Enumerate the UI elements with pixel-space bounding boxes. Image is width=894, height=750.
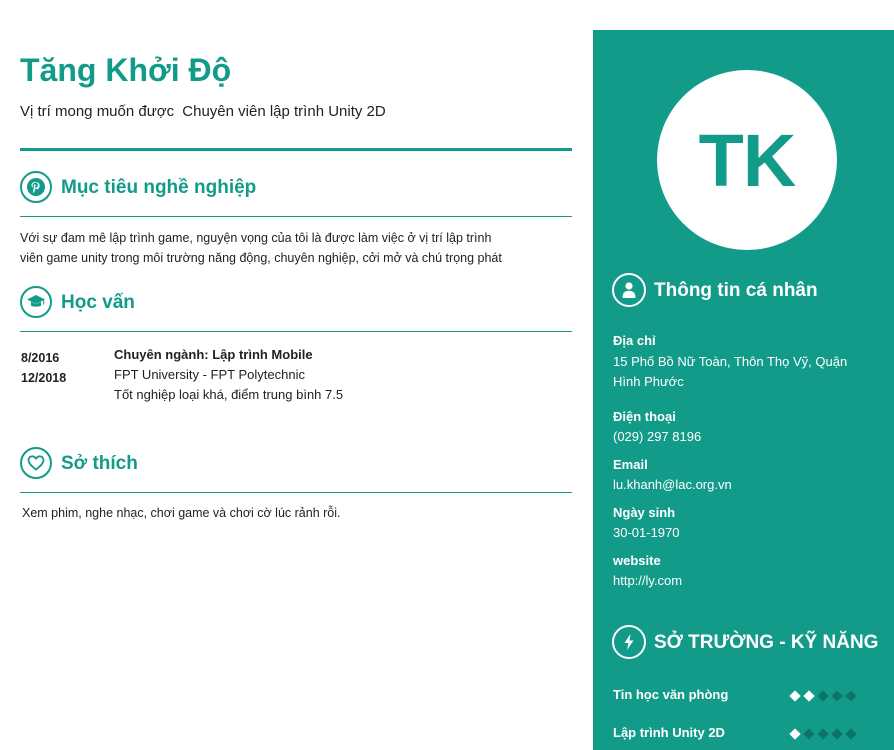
personal-info-header: Thông tin cá nhân [612, 273, 892, 309]
skill-rating-1 [789, 728, 857, 740]
pinterest-icon [20, 171, 52, 203]
skill-level-diamond [789, 728, 801, 740]
candidate-name: Tăng Khởi Độ [20, 52, 232, 88]
phone-value: (029) 297 8196 [613, 429, 702, 444]
avatar: TK [657, 70, 837, 250]
objective-title: Mục tiêu nghề nghiệp [61, 177, 257, 198]
objective-text: Với sự đam mê lập trình game, nguyện vọn… [20, 228, 572, 268]
website-label: website [613, 553, 661, 568]
skills-title: SỞ TRƯỜNG - KỸ NĂNG [654, 632, 879, 653]
skill-name-0: Tin học văn phòng [613, 687, 729, 702]
heart-icon [20, 447, 52, 479]
education-end-date: 12/2018 [21, 371, 67, 385]
user-icon [612, 273, 646, 307]
hobbies-divider [20, 492, 572, 493]
skill-level-diamond [789, 690, 801, 702]
skill-rating-0 [789, 690, 857, 702]
birthday-value: 30-01-1970 [613, 525, 680, 540]
education-entry: Chuyên ngành: Lập trình Mobile FPT Unive… [114, 345, 343, 405]
objective-line-2: viên game unity trong môi trường năng độ… [20, 251, 502, 265]
email-value: lu.khanh@lac.org.vn [613, 477, 732, 492]
skill-level-diamond [831, 728, 843, 740]
header-divider [20, 148, 572, 151]
hobbies-section-header: Sở thích [20, 447, 572, 483]
website-value: http://ly.com [613, 573, 683, 588]
address-line-1: 15 Phố Bồ Nữ Toàn, Thôn Thọ Vỹ, Quận [613, 354, 848, 369]
position-label: Vị trí mong muốn được [20, 103, 175, 120]
address-value: 15 Phố Bồ Nữ Toàn, Thôn Thọ Vỹ, Quận Hìn… [613, 352, 873, 392]
personal-info-title: Thông tin cá nhân [654, 280, 818, 301]
skill-name-1: Lập trình Unity 2D [613, 725, 725, 740]
birthday-label: Ngày sinh [613, 505, 676, 520]
education-divider [20, 331, 572, 332]
skill-level-diamond [817, 690, 829, 702]
education-major: Chuyên ngành: Lập trình Mobile [114, 347, 313, 362]
lightning-icon [612, 625, 646, 659]
skills-header: SỞ TRƯỜNG - KỸ NĂNG [612, 625, 892, 661]
hobbies-text: Xem phim, nghe nhạc, chơi game và chơi c… [22, 506, 341, 520]
skill-level-diamond [831, 690, 843, 702]
sidebar: TK Thông tin cá nhân Địa chỉ 15 Phố Bồ N… [593, 30, 894, 750]
graduation-cap-icon [20, 286, 52, 318]
objective-line-1: Với sự đam mê lập trình game, nguyện vọn… [20, 231, 492, 245]
skill-level-diamond [845, 728, 857, 740]
hobbies-title: Sở thích [61, 453, 138, 474]
education-school: FPT University - FPT Polytechnic [114, 367, 305, 382]
skill-level-diamond [817, 728, 829, 740]
skill-level-diamond [803, 728, 815, 740]
skill-level-diamond [803, 690, 815, 702]
education-title: Học vấn [61, 292, 135, 313]
position-value: Chuyên viên lập trình Unity 2D [182, 103, 386, 120]
skill-level-diamond [845, 690, 857, 702]
education-section-header: Học vấn [20, 286, 572, 322]
objective-section-header: Mục tiêu nghề nghiệp [20, 171, 572, 207]
email-label: Email [613, 457, 648, 472]
objective-divider [20, 216, 572, 217]
phone-label: Điện thoại [613, 409, 676, 424]
address-label: Địa chỉ [613, 333, 656, 348]
address-line-2: Hình Phước [613, 374, 684, 389]
desired-position: Vị trí mong muốn được Chuyên viên lập tr… [20, 103, 386, 120]
avatar-initials: TK [698, 118, 797, 202]
education-result: Tốt nghiệp loại khá, điểm trung bình 7.5 [114, 387, 344, 402]
education-start-date: 8/2016 [21, 351, 60, 365]
